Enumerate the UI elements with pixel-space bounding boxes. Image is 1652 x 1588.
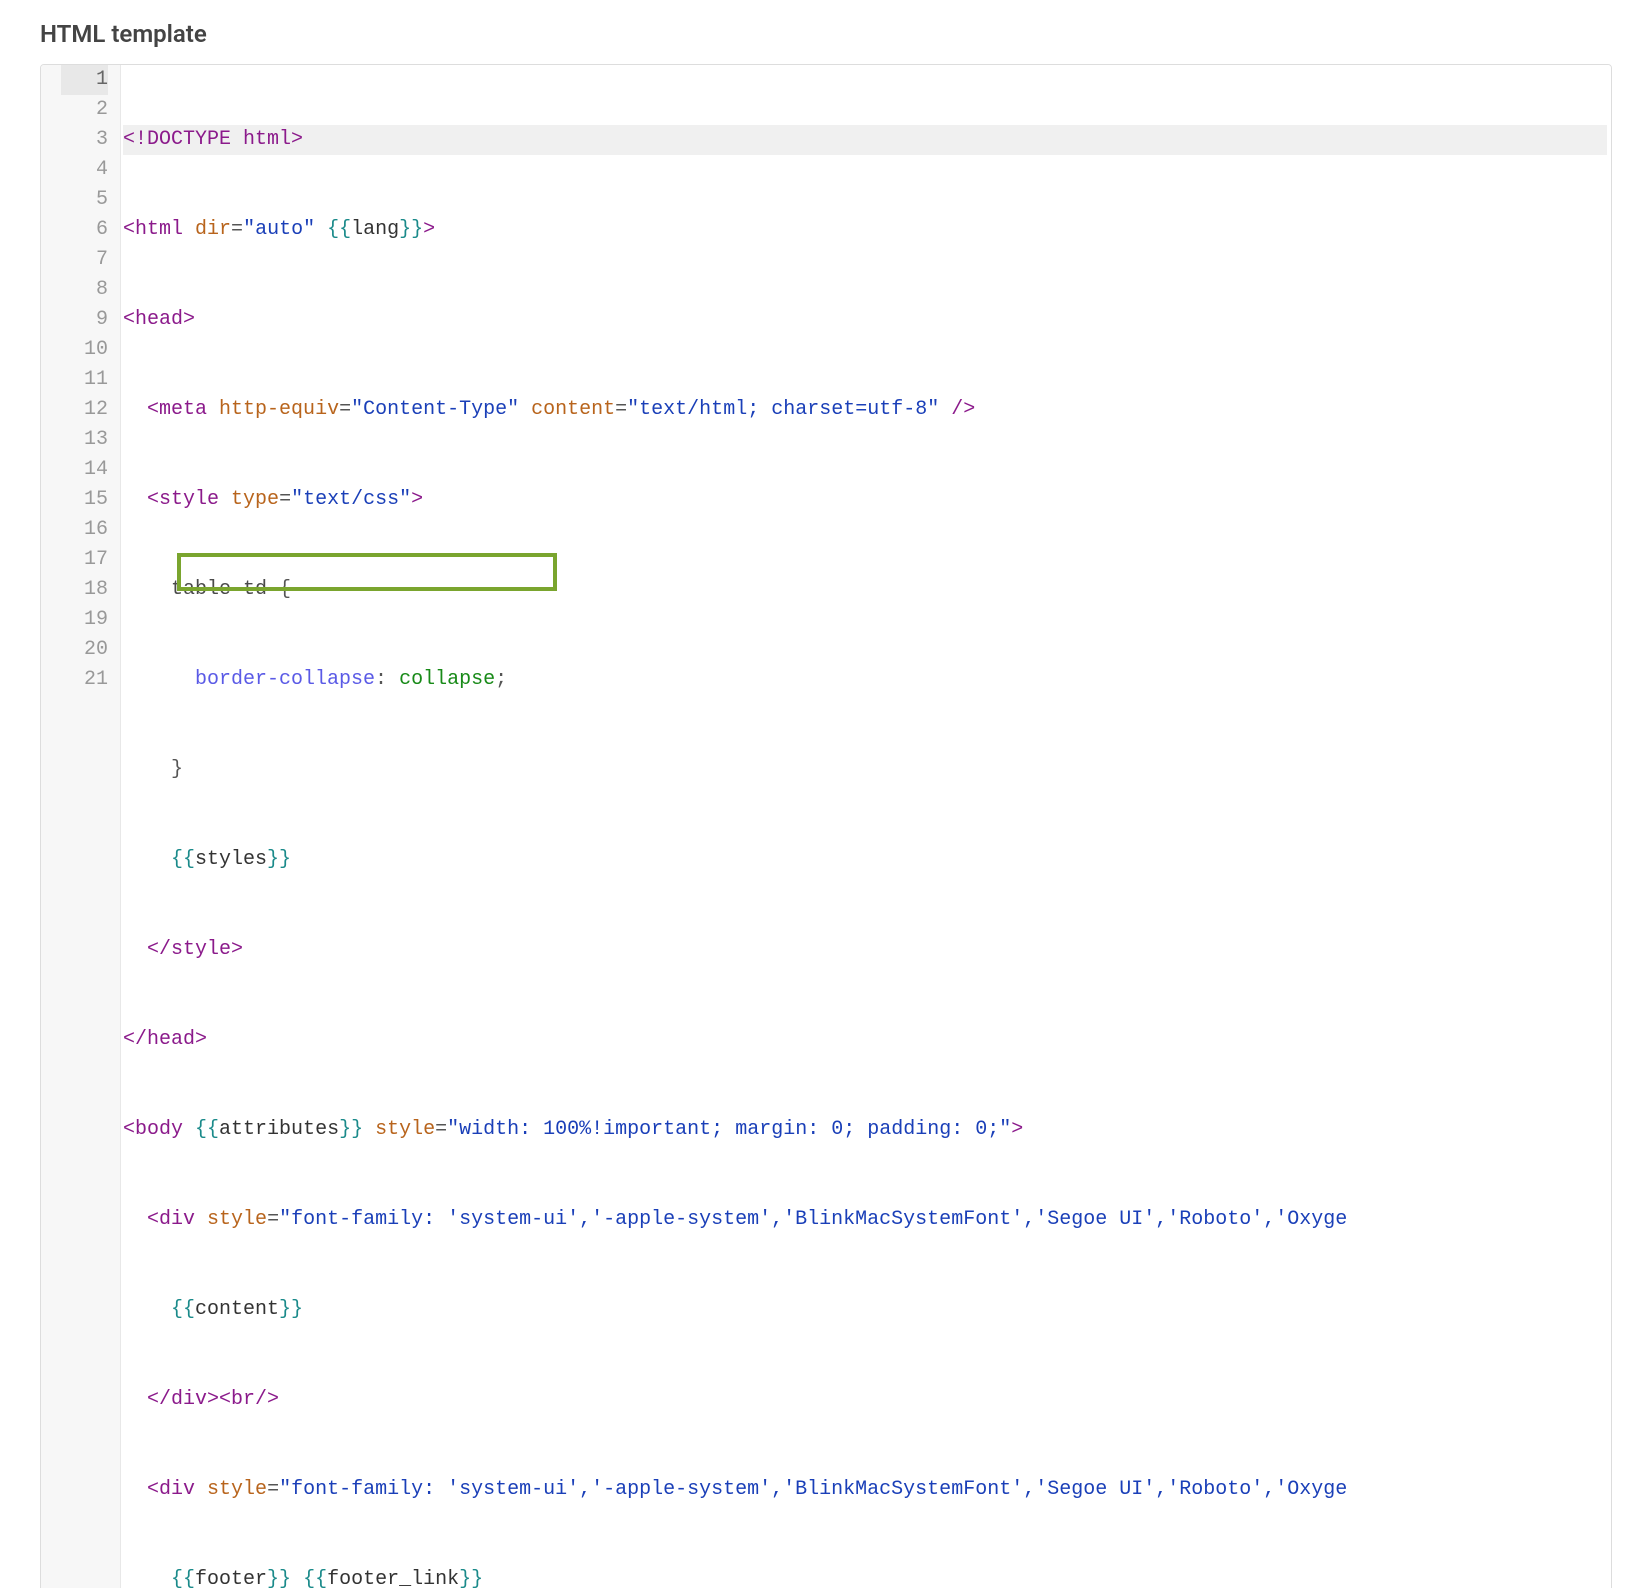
code-line: <div style="font-family: 'system-ui','-a… xyxy=(123,1475,1607,1505)
line-number: 11 xyxy=(61,365,108,395)
line-number: 19 xyxy=(61,605,108,635)
code-line: </style> xyxy=(123,935,1607,965)
code-line: </head> xyxy=(123,1025,1607,1055)
line-number: 16 xyxy=(61,515,108,545)
code-line: {{footer}} {{footer_link}} xyxy=(123,1565,1607,1588)
code-line: } xyxy=(123,755,1607,785)
code-line: <!DOCTYPE html> xyxy=(123,125,1607,155)
code-line: table td { xyxy=(123,575,1607,605)
code-line: <meta http-equiv="Content-Type" content=… xyxy=(123,395,1607,425)
line-gutter: 1 2 3 4 5 6 7 8 9 10 11 12 13 14 15 16 1… xyxy=(41,65,121,1588)
line-number: 14 xyxy=(61,455,108,485)
line-number: 18 xyxy=(61,575,108,605)
line-number: 8 xyxy=(61,275,108,305)
code-line: <style type="text/css"> xyxy=(123,485,1607,515)
line-number: 1 xyxy=(61,65,108,95)
section-title: HTML template xyxy=(40,20,1612,48)
code-content[interactable]: <!DOCTYPE html> <html dir="auto" {{lang}… xyxy=(121,65,1611,1588)
code-line: <html dir="auto" {{lang}}> xyxy=(123,215,1607,245)
line-number: 3 xyxy=(61,125,108,155)
line-number: 6 xyxy=(61,215,108,245)
line-number: 2 xyxy=(61,95,108,125)
line-number: 21 xyxy=(61,665,108,695)
code-line: <div style="font-family: 'system-ui','-a… xyxy=(123,1205,1607,1235)
line-number: 9 xyxy=(61,305,108,335)
code-line: border-collapse: collapse; xyxy=(123,665,1607,695)
code-line: {{styles}} xyxy=(123,845,1607,875)
code-line: </div><br/> xyxy=(123,1385,1607,1415)
code-line: <body {{attributes}} style="width: 100%!… xyxy=(123,1115,1607,1145)
code-line: {{content}} xyxy=(123,1295,1607,1325)
line-number: 15 xyxy=(61,485,108,515)
line-number: 7 xyxy=(61,245,108,275)
code-line: <head> xyxy=(123,305,1607,335)
line-number: 20 xyxy=(61,635,108,665)
code-editor[interactable]: 1 2 3 4 5 6 7 8 9 10 11 12 13 14 15 16 1… xyxy=(40,64,1612,1588)
line-number: 5 xyxy=(61,185,108,215)
line-number: 17 xyxy=(61,545,108,575)
line-number: 4 xyxy=(61,155,108,185)
line-number: 12 xyxy=(61,395,108,425)
line-number: 13 xyxy=(61,425,108,455)
line-number: 10 xyxy=(61,335,108,365)
